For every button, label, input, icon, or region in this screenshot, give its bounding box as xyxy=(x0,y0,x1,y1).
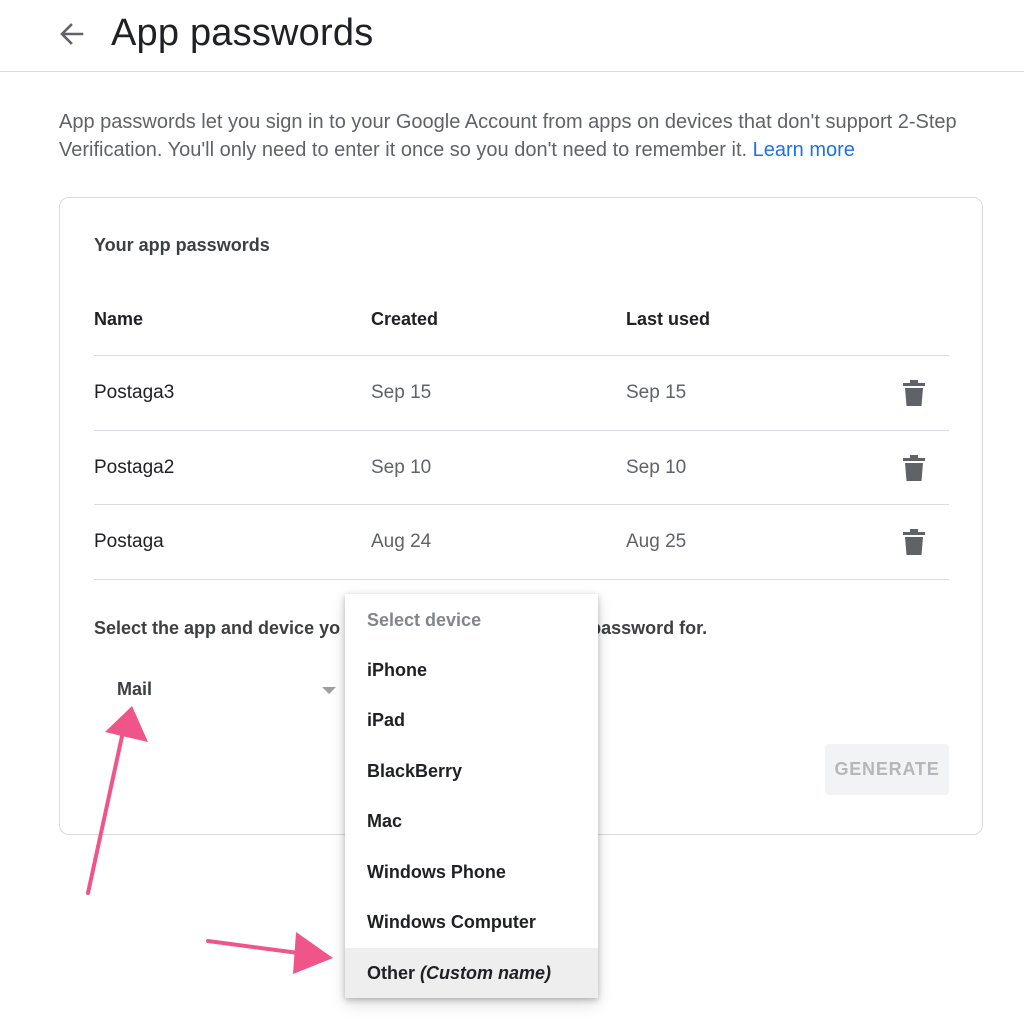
device-option-blackberry[interactable]: BlackBerry xyxy=(345,746,598,796)
trash-icon xyxy=(903,455,925,481)
device-dropdown-menu: Select device iPhone iPad BlackBerry Mac… xyxy=(345,594,598,998)
delete-button[interactable] xyxy=(902,455,926,481)
select-label-left: Select the app and device yo xyxy=(94,618,341,638)
custom-name-hint: (Custom name) xyxy=(420,963,552,983)
trash-icon xyxy=(903,380,925,406)
intro-text: App passwords let you sign in to your Go… xyxy=(59,108,989,164)
row-name: Postaga2 xyxy=(94,457,175,478)
dropdown-caret-icon xyxy=(322,687,336,694)
row-created: Sep 10 xyxy=(371,457,432,478)
device-option-placeholder: Select device xyxy=(367,610,482,630)
column-header-name: Name xyxy=(94,309,144,329)
app-select[interactable]: Mail xyxy=(106,674,346,708)
table-row: Postaga2 Sep 10 Sep 10 xyxy=(94,430,949,505)
row-created: Aug 24 xyxy=(371,531,432,552)
row-last-used: Sep 15 xyxy=(626,382,687,403)
device-option-windows-computer[interactable]: Windows Computer xyxy=(345,897,598,947)
device-option-windows-phone[interactable]: Windows Phone xyxy=(345,847,598,897)
column-header-created: Created xyxy=(371,309,439,329)
generate-button[interactable]: GENERATE xyxy=(825,744,949,795)
delete-button[interactable] xyxy=(902,529,926,555)
table-row: Postaga Aug 24 Aug 25 xyxy=(94,504,949,580)
learn-more-link[interactable]: Learn more xyxy=(753,139,855,161)
device-option-iphone[interactable]: iPhone xyxy=(345,645,598,695)
arrow-back-icon xyxy=(60,23,84,45)
row-created: Sep 15 xyxy=(371,382,432,403)
device-option-mac[interactable]: Mac xyxy=(345,796,598,846)
column-header-last-used: Last used xyxy=(626,309,711,329)
row-last-used: Aug 25 xyxy=(626,531,687,552)
delete-button[interactable] xyxy=(902,380,926,406)
back-button[interactable] xyxy=(52,14,92,54)
row-last-used: Sep 10 xyxy=(626,457,687,478)
device-option-other[interactable]: Other (Custom name) xyxy=(345,948,598,998)
trash-icon xyxy=(903,529,925,555)
select-label-right: password for. xyxy=(590,618,708,638)
card-title: Your app passwords xyxy=(94,235,270,255)
table-row: Postaga3 Sep 15 Sep 15 xyxy=(94,355,949,430)
other-label: Other xyxy=(367,963,416,983)
row-name: Postaga3 xyxy=(94,382,175,403)
row-name: Postaga xyxy=(94,531,164,552)
page-title: App passwords xyxy=(111,12,374,54)
app-select-value: Mail xyxy=(117,679,153,699)
page-header: App passwords xyxy=(0,0,1024,72)
device-option-ipad[interactable]: iPad xyxy=(345,695,598,745)
annotation-arrow-right xyxy=(206,932,333,974)
